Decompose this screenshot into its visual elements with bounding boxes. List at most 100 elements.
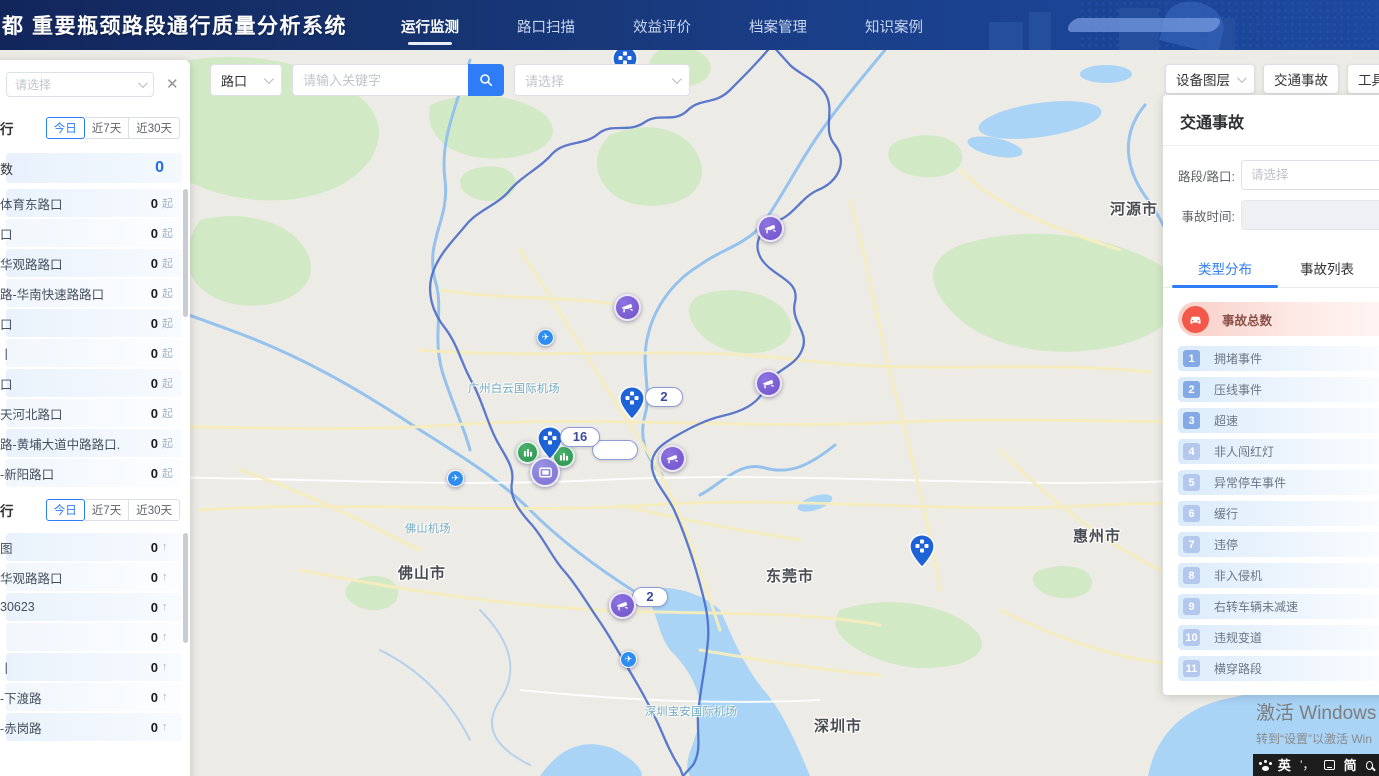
- stat-row[interactable]: 路-华南快速路路口 0 起: [6, 279, 182, 307]
- camera-marker[interactable]: [614, 294, 641, 321]
- camera-marker[interactable]: [659, 445, 686, 472]
- section1-title-fragment: 行: [0, 118, 14, 138]
- device-layer-dropdown[interactable]: 设备图层: [1165, 64, 1255, 94]
- cluster-count-badge[interactable]: 2: [645, 387, 683, 407]
- stat-row[interactable]: 图 0 ↑: [6, 533, 182, 561]
- nav-item-monitoring[interactable]: 运行监测: [399, 0, 461, 51]
- accident-type-row[interactable]: 2 压线事件: [1178, 377, 1379, 402]
- section1-total-value: 0: [155, 159, 164, 177]
- airport-marker-icon[interactable]: ✈: [537, 329, 554, 346]
- camera-marker[interactable]: [755, 370, 782, 397]
- stat-row[interactable]: -赤岗路 0 ↑: [6, 713, 182, 741]
- stat-row[interactable]: 30623 0 ↑: [6, 593, 182, 621]
- scrollbar-thumb[interactable]: [183, 533, 188, 643]
- rank-badge: 8: [1183, 567, 1200, 584]
- accident-type-row[interactable]: 7 违停: [1178, 532, 1379, 557]
- accident-type-row[interactable]: 8 非入侵机: [1178, 563, 1379, 588]
- stat-row[interactable]: 口 0 起: [6, 309, 182, 337]
- windows-activation-watermark: 激活 Windows 转到“设置”以激活 Win: [1256, 698, 1376, 747]
- accident-total-row[interactable]: 事故总数: [1178, 302, 1379, 336]
- airport-marker-icon[interactable]: ✈: [447, 470, 464, 487]
- city-label-foshan: 佛山市: [398, 562, 446, 583]
- stat-row[interactable]: 华观路路口 0 ↑: [6, 563, 182, 591]
- map-pin-cluster[interactable]: [619, 386, 645, 425]
- tools-dropdown[interactable]: 工具: [1347, 64, 1379, 94]
- stat-row-unit: 起: [162, 255, 176, 271]
- top-navbar: 都 重要瓶颈路段通行质量分析系统 运行监测 路口扫描 效益评价 档案管理 知识案…: [0, 0, 1379, 50]
- stat-row[interactable]: 路-黄埔大道中路路口... 0 起: [6, 429, 182, 457]
- city-label-heyuan: 河源市: [1110, 198, 1158, 219]
- stat-row[interactable]: 天河北路口 0 起: [6, 399, 182, 427]
- tab-7days[interactable]: 近7天: [85, 117, 129, 139]
- stat-row-value: 0: [151, 600, 158, 615]
- stat-row-value: 0: [151, 570, 158, 585]
- camera-marker[interactable]: [757, 215, 784, 242]
- stat-row[interactable]: -新阳路口 0 起: [6, 459, 182, 487]
- search-category-select[interactable]: 路口: [210, 64, 282, 96]
- panel-title: 交通事故: [1163, 95, 1379, 146]
- screen-device-marker[interactable]: [530, 457, 560, 487]
- ime-punctuation-toggle[interactable]: ’，: [1300, 759, 1315, 771]
- city-label-huizhou: 惠州市: [1073, 525, 1121, 546]
- stat-row-label: 30623: [0, 600, 35, 614]
- section1-total-label: 数: [0, 159, 13, 178]
- accident-type-row[interactable]: 1 拥堵事件: [1178, 346, 1379, 371]
- stat-row[interactable]: 华观路路口 0 起: [6, 249, 182, 277]
- stat-row[interactable]: -下渡路 0 ↑: [6, 683, 182, 711]
- airport-marker-icon[interactable]: ✈: [620, 651, 637, 668]
- tab-7days[interactable]: 近7天: [85, 499, 129, 521]
- scrollbar-thumb[interactable]: [183, 189, 188, 317]
- accident-type-row[interactable]: 9 右转车辆未减速: [1178, 594, 1379, 619]
- nav-item-benefit-eval[interactable]: 效益评价: [631, 0, 693, 51]
- nav-item-intersection-scan[interactable]: 路口扫描: [515, 0, 577, 51]
- section2-rows: 图 0 ↑ 华观路路口 0 ↑ 30623 0 ↑ 0 ↑ 丨 0: [6, 533, 182, 741]
- accident-type-row[interactable]: 10 违规变道: [1178, 625, 1379, 650]
- map-pin-cluster[interactable]: [909, 534, 935, 573]
- stat-row[interactable]: 丨 0 起: [6, 339, 182, 367]
- stat-row[interactable]: 丨 0 ↑: [6, 653, 182, 681]
- ime-language-toggle[interactable]: 英: [1278, 759, 1291, 772]
- stat-row[interactable]: 口 0 起: [6, 219, 182, 247]
- magnifier-icon[interactable]: [1366, 761, 1373, 770]
- tab-type-distribution[interactable]: 类型分布: [1194, 250, 1256, 287]
- keyword-input[interactable]: [292, 64, 468, 96]
- keyboard-icon[interactable]: [1324, 760, 1335, 770]
- stat-row[interactable]: 0 ↑: [6, 623, 182, 651]
- tab-30days[interactable]: 近30天: [129, 117, 180, 139]
- cluster-count-badge-empty[interactable]: [592, 440, 638, 460]
- area-select[interactable]: 请选择: [514, 64, 690, 96]
- nav-item-archives[interactable]: 档案管理: [747, 0, 809, 51]
- accident-type-label: 右转车辆未减速: [1214, 598, 1298, 615]
- accident-time-input[interactable]: [1241, 200, 1379, 230]
- ime-simplified-toggle[interactable]: 简: [1344, 759, 1357, 772]
- stat-row[interactable]: 口 0 起: [6, 369, 182, 397]
- section2-range-tabs: 今日 近7天 近30天: [46, 499, 180, 521]
- tab-today[interactable]: 今日: [46, 499, 85, 521]
- cluster-count-badge[interactable]: 16: [560, 427, 600, 447]
- road-select-input[interactable]: [1241, 160, 1379, 190]
- accident-type-label: 非人闯红灯: [1214, 443, 1274, 460]
- accident-type-row[interactable]: 6 缓行: [1178, 501, 1379, 526]
- cluster-count-badge[interactable]: 2: [632, 587, 668, 607]
- tab-30days[interactable]: 近30天: [129, 499, 180, 521]
- rank-badge: 11: [1183, 660, 1200, 677]
- tab-today[interactable]: 今日: [46, 117, 85, 139]
- tab-accident-list[interactable]: 事故列表: [1296, 250, 1358, 287]
- nav-item-knowledge[interactable]: 知识案例: [863, 0, 925, 51]
- stat-row-label: 天河北路口: [0, 404, 63, 423]
- close-icon[interactable]: ✕: [166, 77, 179, 92]
- traffic-accident-button[interactable]: 交通事故: [1263, 64, 1339, 94]
- camera-marker[interactable]: [609, 592, 636, 619]
- search-button[interactable]: [468, 64, 504, 96]
- stat-row[interactable]: 体育东路口 0 起: [6, 189, 182, 217]
- accident-type-row[interactable]: 4 非人闯红灯: [1178, 439, 1379, 464]
- rank-badge: 7: [1183, 536, 1200, 553]
- stat-row-value: 0: [151, 316, 158, 331]
- stat-row-value: 0: [151, 196, 158, 211]
- accident-type-row[interactable]: 11 横穿路段: [1178, 656, 1379, 681]
- accident-type-row[interactable]: 3 超速: [1178, 408, 1379, 433]
- accident-type-row[interactable]: 5 异常停车事件: [1178, 470, 1379, 495]
- stat-row-label: -赤岗路: [0, 718, 42, 737]
- sogou-ime-icon[interactable]: [1259, 760, 1269, 771]
- left-filter-select[interactable]: 请选择: [6, 72, 154, 97]
